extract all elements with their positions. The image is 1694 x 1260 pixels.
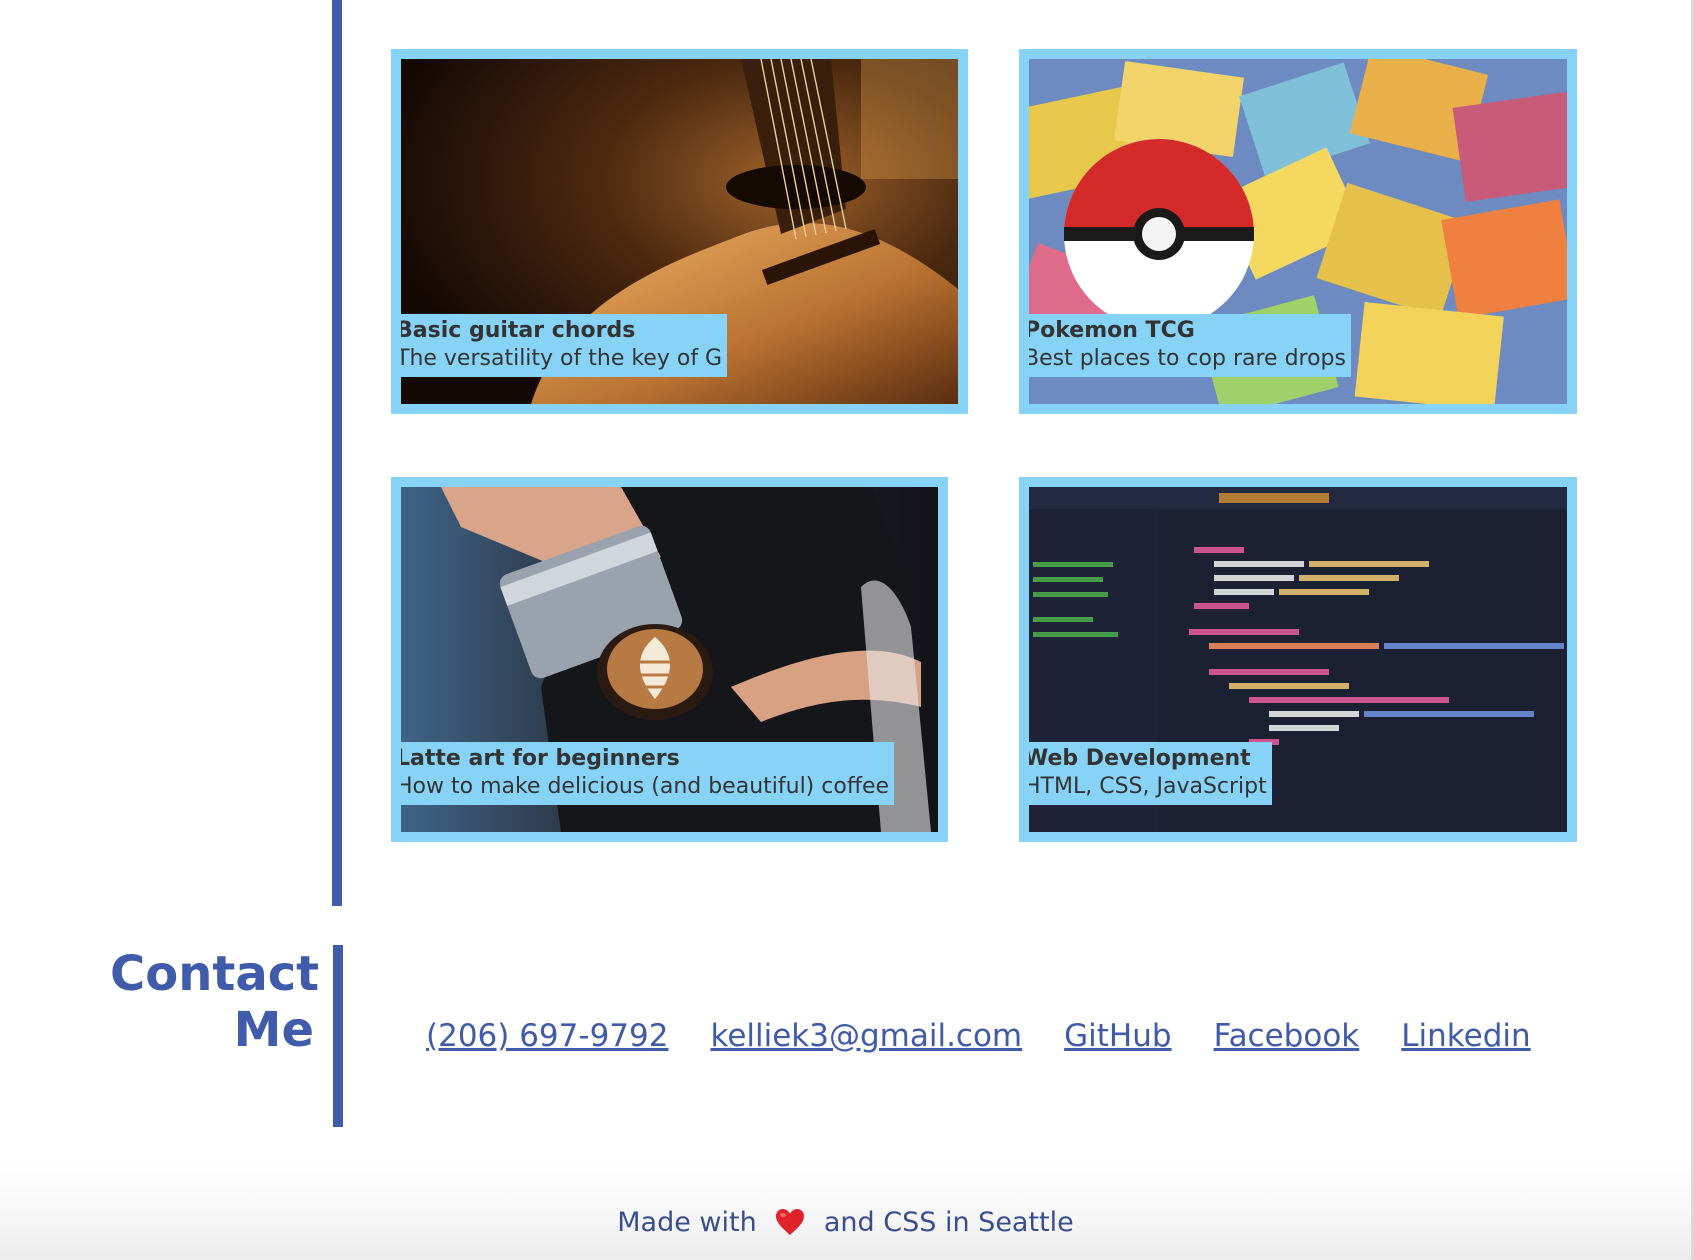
project-subtitle: Best places to cop rare drops xyxy=(1029,346,1346,371)
phone-link[interactable]: (206) 697-9792 xyxy=(426,1012,668,1060)
guitar-photo: Basic guitar chords The versatility of t… xyxy=(401,59,958,404)
project-card-web-development[interactable]: Web Development HTML, CSS, JavaScript xyxy=(1019,477,1577,842)
contact-links: (206) 697-9792 kelliek3@gmail.com GitHub… xyxy=(426,1012,1531,1060)
facebook-link[interactable]: Facebook xyxy=(1214,1012,1360,1060)
email-link[interactable]: kelliek3@gmail.com xyxy=(710,1012,1022,1060)
work-section-divider xyxy=(332,0,342,906)
footer-text-after: and CSS in Seattle xyxy=(823,1207,1074,1238)
project-caption: Web Development HTML, CSS, JavaScript xyxy=(1029,742,1272,805)
heart-icon xyxy=(775,1208,805,1248)
github-link[interactable]: GitHub xyxy=(1064,1012,1171,1060)
project-title: Web Development xyxy=(1029,746,1251,771)
project-card-guitar[interactable]: Basic guitar chords The versatility of t… xyxy=(391,49,968,414)
code-editor-photo: Web Development HTML, CSS, JavaScript xyxy=(1029,487,1567,832)
footer-text-before: Made with xyxy=(617,1207,757,1238)
project-subtitle: The versatility of the key of G xyxy=(401,346,723,371)
project-title: Latte art for beginners xyxy=(401,746,680,771)
latte-art-photo: Latte art for beginners How to make deli… xyxy=(401,487,938,832)
project-card-pokemon[interactable]: Pokemon TCG Best places to cop rare drop… xyxy=(1019,49,1577,414)
project-subtitle: HTML, CSS, JavaScript xyxy=(1029,774,1267,799)
project-caption: Pokemon TCG Best places to cop rare drop… xyxy=(1029,314,1351,377)
project-subtitle: How to make delicious (and beautiful) co… xyxy=(401,774,890,799)
footer-text: Made with and CSS in Seattle xyxy=(0,1203,1691,1248)
pokeball-cards-photo: Pokemon TCG Best places to cop rare drop… xyxy=(1029,59,1567,404)
contact-heading: Contact Me xyxy=(110,946,320,1058)
project-title: Basic guitar chords xyxy=(401,318,636,343)
project-title: Pokemon TCG xyxy=(1029,318,1195,343)
project-caption: Basic guitar chords The versatility of t… xyxy=(401,314,728,377)
linkedin-link[interactable]: Linkedin xyxy=(1401,1012,1530,1060)
contact-section-divider xyxy=(333,945,343,1127)
project-card-latte[interactable]: Latte art for beginners How to make deli… xyxy=(391,477,948,842)
contact-heading-line1: Contact xyxy=(110,946,320,1002)
project-caption: Latte art for beginners How to make deli… xyxy=(401,742,895,805)
contact-heading-line2: Me xyxy=(233,1002,314,1058)
